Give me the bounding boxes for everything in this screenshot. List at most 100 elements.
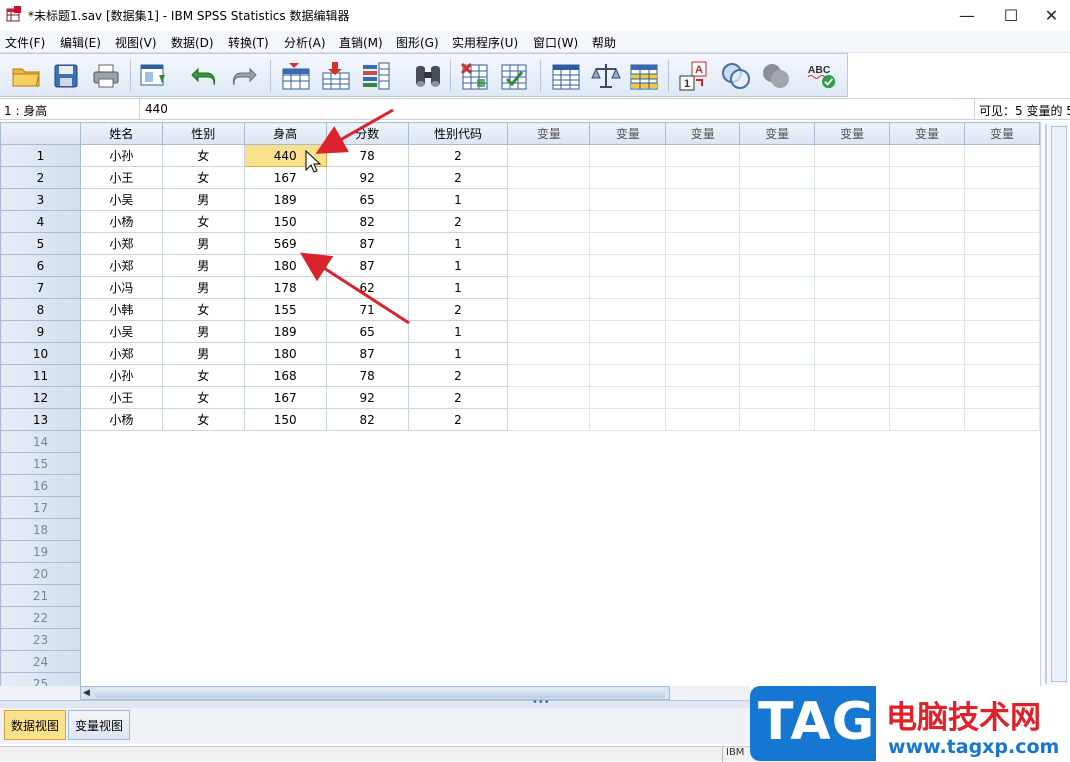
empty-cell[interactable]	[590, 585, 666, 607]
empty-cell[interactable]	[739, 342, 816, 365]
maximize-button[interactable]: ☐	[988, 0, 1034, 30]
empty-cell[interactable]	[815, 673, 890, 687]
data-cell[interactable]: 2	[407, 386, 509, 409]
empty-cell[interactable]	[815, 497, 890, 519]
empty-cell[interactable]	[963, 188, 1040, 211]
row-header[interactable]: 10	[0, 342, 81, 365]
data-cell[interactable]: 男	[161, 342, 245, 365]
empty-cell[interactable]	[326, 585, 408, 607]
menu-help[interactable]: 帮助	[592, 34, 616, 51]
empty-cell[interactable]	[666, 475, 740, 497]
row-header[interactable]: 24	[0, 650, 81, 673]
empty-cell[interactable]	[244, 431, 326, 453]
empty-cell[interactable]	[963, 144, 1040, 167]
weight-cases-icon[interactable]	[590, 60, 622, 92]
empty-cell[interactable]	[815, 519, 890, 541]
empty-cell[interactable]	[814, 166, 891, 189]
close-button[interactable]: ✕	[1033, 0, 1070, 30]
empty-cell[interactable]	[739, 232, 816, 255]
data-cell[interactable]: 569	[243, 232, 327, 255]
empty-cell[interactable]	[508, 651, 590, 673]
empty-cell[interactable]	[740, 673, 815, 687]
empty-cell[interactable]	[740, 651, 815, 673]
empty-cell[interactable]	[814, 408, 891, 431]
empty-cell[interactable]	[963, 342, 1040, 365]
empty-cell[interactable]	[739, 210, 816, 233]
empty-cell[interactable]	[507, 188, 591, 211]
row-header[interactable]: 18	[0, 518, 81, 541]
value-labels-icon[interactable]: A1	[678, 60, 710, 92]
empty-cell[interactable]	[963, 386, 1040, 409]
data-cell[interactable]: 2	[407, 364, 509, 387]
empty-cell[interactable]	[589, 232, 667, 255]
empty-cell[interactable]	[665, 298, 741, 321]
empty-cell[interactable]	[507, 210, 591, 233]
empty-cell[interactable]	[80, 431, 162, 453]
empty-cell[interactable]	[589, 364, 667, 387]
data-cell[interactable]: 62	[325, 276, 409, 299]
empty-cell[interactable]	[963, 298, 1040, 321]
column-header-gender[interactable]: 性别	[161, 122, 245, 145]
empty-cell[interactable]	[590, 607, 666, 629]
data-cell[interactable]: 2	[407, 298, 509, 321]
empty-cell[interactable]	[964, 585, 1039, 607]
empty-cell[interactable]	[244, 585, 326, 607]
row-header[interactable]: 3	[0, 188, 81, 211]
empty-cell[interactable]	[814, 232, 891, 255]
empty-cell[interactable]	[889, 232, 965, 255]
empty-cell[interactable]	[80, 541, 162, 563]
empty-cell[interactable]	[408, 651, 508, 673]
empty-cell[interactable]	[815, 431, 890, 453]
empty-cell[interactable]	[814, 276, 891, 299]
row-header[interactable]: 7	[0, 276, 81, 299]
column-header-score[interactable]: 分数	[325, 122, 409, 145]
empty-cell[interactable]	[507, 298, 591, 321]
column-header-height[interactable]: 身高	[243, 122, 327, 145]
empty-cell[interactable]	[162, 431, 244, 453]
data-cell[interactable]: 78	[325, 364, 409, 387]
data-cell[interactable]: 小吴	[79, 320, 163, 343]
empty-cell[interactable]	[408, 497, 508, 519]
column-header-name[interactable]: 姓名	[79, 122, 163, 145]
empty-cell[interactable]	[665, 276, 741, 299]
empty-cell[interactable]	[326, 607, 408, 629]
empty-cell[interactable]	[590, 453, 666, 475]
empty-cell[interactable]	[80, 651, 162, 673]
row-header[interactable]: 5	[0, 232, 81, 255]
empty-cell[interactable]	[814, 188, 891, 211]
empty-cell[interactable]	[889, 166, 965, 189]
empty-cell[interactable]	[408, 431, 508, 453]
goto-case-icon[interactable]	[280, 60, 312, 92]
empty-cell[interactable]	[80, 629, 162, 651]
menu-window[interactable]: 窗口(W)	[533, 34, 578, 51]
empty-cell[interactable]	[666, 651, 740, 673]
show-all-variables-icon[interactable]	[760, 60, 792, 92]
data-cell[interactable]: 女	[161, 364, 245, 387]
data-cell[interactable]: 2	[407, 166, 509, 189]
empty-cell[interactable]	[890, 673, 965, 687]
empty-cell[interactable]	[963, 210, 1040, 233]
row-header[interactable]: 12	[0, 386, 81, 409]
empty-cell[interactable]	[244, 541, 326, 563]
empty-cell[interactable]	[665, 408, 741, 431]
select-cases-icon[interactable]	[628, 60, 660, 92]
data-cell[interactable]: 小杨	[79, 210, 163, 233]
data-cell[interactable]: 小孙	[79, 364, 163, 387]
vertical-scroll-thumb[interactable]	[1051, 126, 1067, 682]
data-cell[interactable]: 1	[407, 320, 509, 343]
empty-cell[interactable]	[507, 166, 591, 189]
empty-cell[interactable]	[507, 254, 591, 277]
data-cell[interactable]: 男	[161, 232, 245, 255]
row-header[interactable]: 9	[0, 320, 81, 343]
row-header[interactable]: 19	[0, 540, 81, 563]
data-cell[interactable]: 女	[161, 210, 245, 233]
empty-cell[interactable]	[814, 254, 891, 277]
empty-cell[interactable]	[507, 386, 591, 409]
row-header[interactable]: 13	[0, 408, 81, 431]
empty-cell[interactable]	[589, 144, 667, 167]
empty-cell[interactable]	[814, 210, 891, 233]
empty-cell[interactable]	[589, 210, 667, 233]
empty-cell[interactable]	[964, 541, 1039, 563]
empty-cell[interactable]	[508, 475, 590, 497]
empty-cell[interactable]	[665, 342, 741, 365]
